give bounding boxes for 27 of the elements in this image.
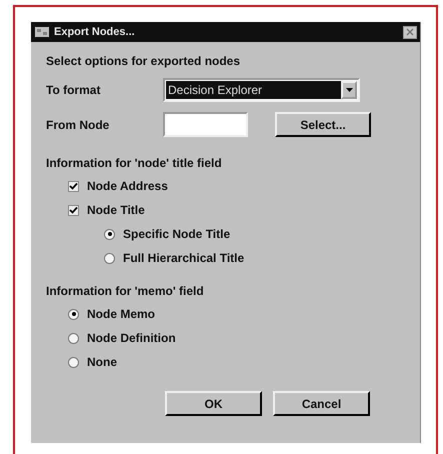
from-node-label: From Node <box>46 118 110 132</box>
cancel-button[interactable]: Cancel <box>273 391 370 416</box>
option-label: Node Address <box>87 179 168 193</box>
app-icon <box>34 25 50 39</box>
checkbox[interactable] <box>68 180 79 192</box>
select-button[interactable]: Select... <box>275 112 371 137</box>
instruction-text: Select options for exported nodes <box>46 53 242 70</box>
section-heading: Information for 'memo' field <box>46 283 205 300</box>
radio-button[interactable] <box>68 308 79 320</box>
radio-button[interactable] <box>68 356 79 368</box>
close-button[interactable] <box>403 26 417 38</box>
option-label: Node Definition <box>87 331 176 345</box>
radio-button[interactable] <box>104 228 115 240</box>
option-label: None <box>87 355 117 369</box>
radio-button[interactable] <box>68 332 79 344</box>
option-label: Node Memo <box>87 307 156 321</box>
option-label: Node Title <box>87 203 145 217</box>
checkbox[interactable] <box>68 204 79 216</box>
radio-button[interactable] <box>104 252 115 264</box>
ok-button[interactable]: OK <box>165 391 262 416</box>
option-label: Full Hierarchical Title <box>123 251 244 265</box>
section-heading: Information for 'node' title field <box>46 155 223 172</box>
option-label: Specific Node Title <box>123 227 230 241</box>
format-label: To format <box>46 82 102 96</box>
window-title: Export Nodes... <box>54 26 136 38</box>
format-dropdown[interactable]: Decision Explorer <box>163 78 360 102</box>
input-field[interactable] <box>163 112 248 137</box>
